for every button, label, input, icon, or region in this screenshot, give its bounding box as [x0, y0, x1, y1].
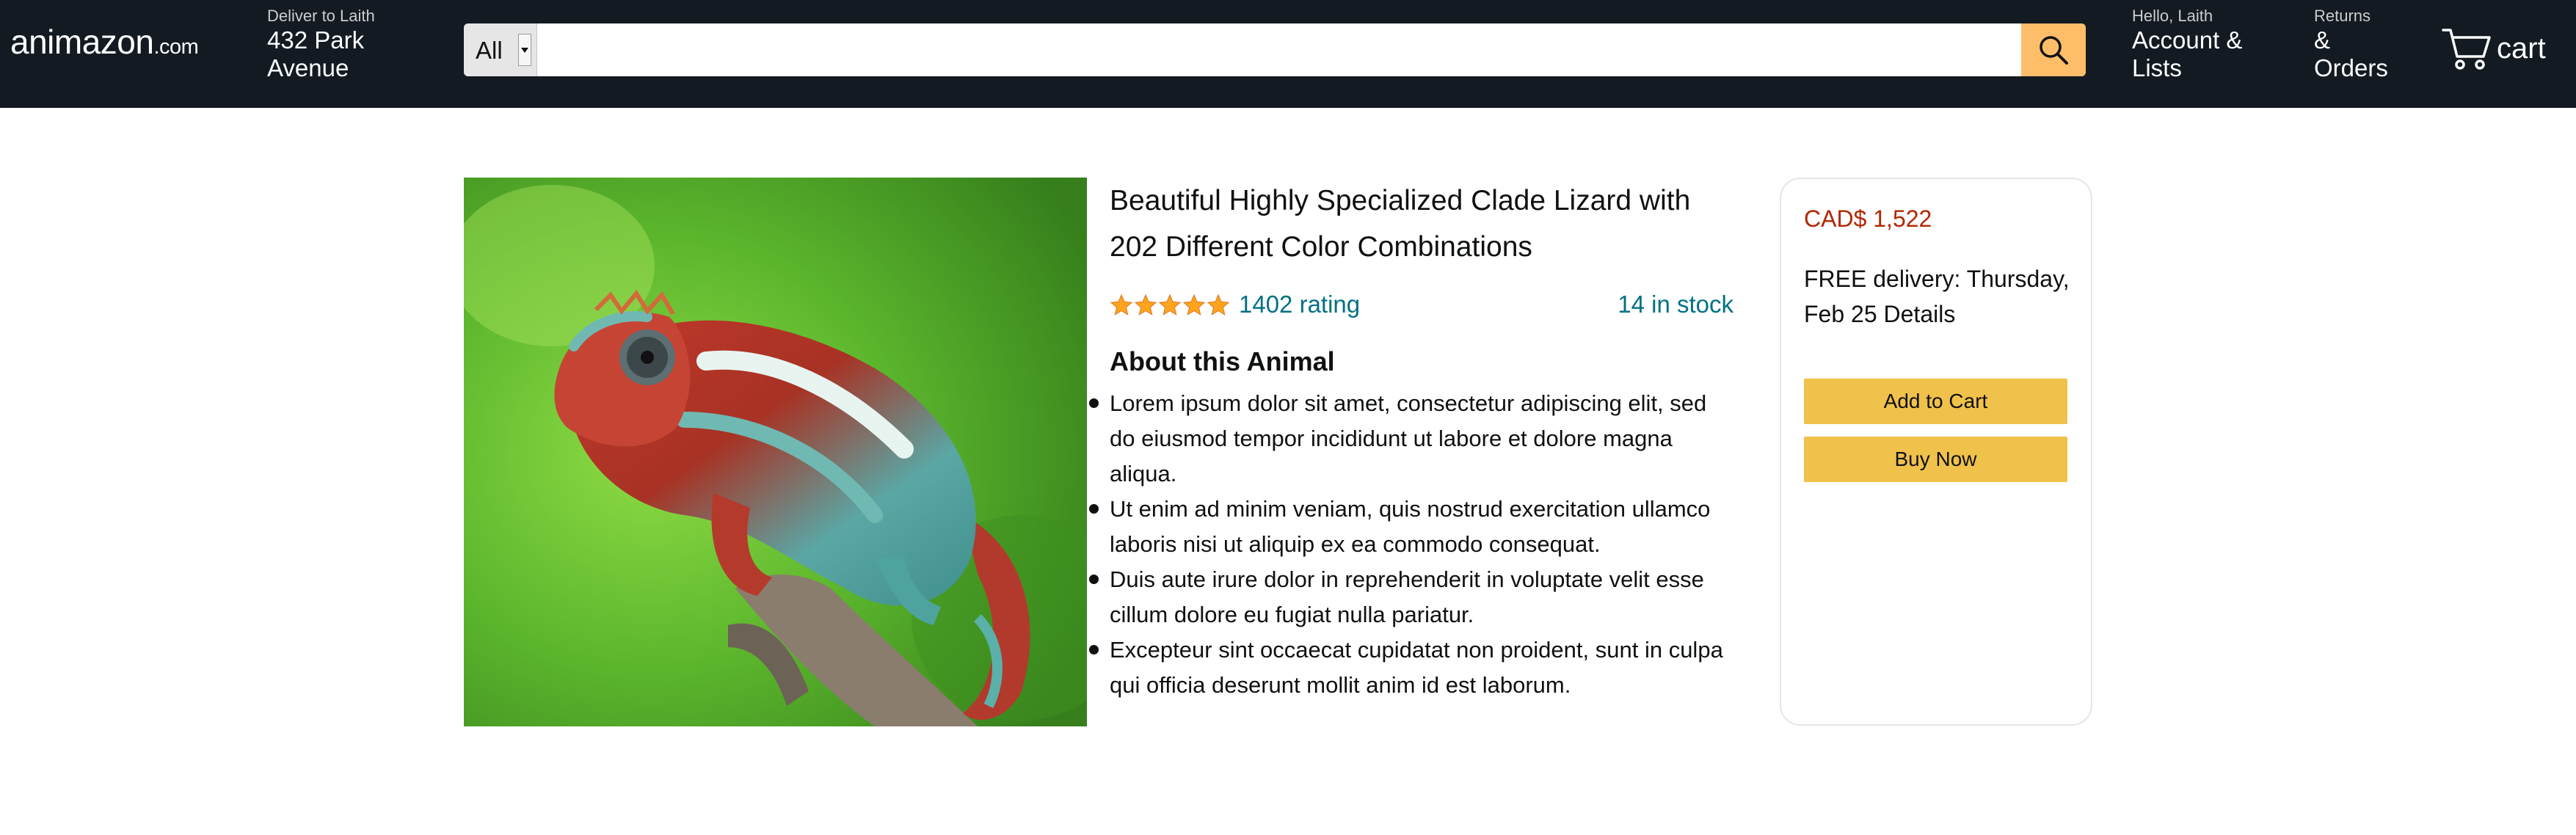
about-bullet-text: Duis aute irure dolor in reprehenderit i… — [1110, 566, 1704, 627]
about-bullet-text: Ut enim ad minim veniam, quis nostrud ex… — [1110, 496, 1711, 557]
cart-label: cart — [2497, 32, 2546, 65]
about-bullet: Ut enim ad minim veniam, quis nostrud ex… — [1089, 492, 1733, 562]
star-icon — [1110, 293, 1133, 316]
rating-count-link[interactable]: 1402 rating — [1239, 291, 1360, 318]
about-bullet-text: Excepteur sint occaecat cupidatat non pr… — [1110, 637, 1723, 698]
cart-icon — [2442, 29, 2491, 70]
deliver-to-location[interactable]: Deliver to Laith 432 Park Avenue — [267, 6, 377, 82]
about-bullet-text: Lorem ipsum dolor sit amet, consectetur … — [1110, 390, 1707, 486]
star-icon — [1134, 293, 1157, 316]
about-heading: About this Animal — [1110, 346, 1335, 376]
star-icon — [1207, 293, 1230, 316]
account-and-lists[interactable]: Hello, Laith Account & Lists — [2132, 6, 2257, 82]
returns-label: Returns — [2314, 7, 2371, 25]
chameleon-illustration — [464, 178, 1087, 726]
search-bar: All — [464, 23, 2086, 76]
deliver-address: 432 Park Avenue — [267, 26, 365, 81]
star-rating[interactable] — [1110, 293, 1231, 317]
account-label: Account & Lists — [2132, 26, 2243, 81]
deliver-label: Deliver to Laith — [267, 7, 375, 25]
rating-row: 1402 rating 14 in stock — [1110, 291, 1733, 324]
price: CAD$ 1,522 — [1804, 205, 1932, 232]
logo-main: animazon — [10, 23, 154, 61]
cart-button[interactable]: cart — [2441, 25, 2546, 72]
site-logo[interactable]: animazon.com — [10, 22, 199, 62]
search-button[interactable] — [2021, 23, 2086, 76]
buy-now-button[interactable]: Buy Now — [1804, 437, 2067, 482]
search-input[interactable] — [539, 23, 2023, 76]
product-details: Beautiful Highly Specialized Clade Lizar… — [1089, 178, 1733, 703]
bullet-dot — [1089, 504, 1099, 514]
bullet-dot — [1089, 398, 1099, 408]
logo-suffix: .com — [153, 35, 199, 59]
about-bullet: Excepteur sint occaecat cupidatat non pr… — [1089, 632, 1733, 703]
search-category-select[interactable]: All — [464, 23, 537, 76]
bullet-dot — [1089, 645, 1099, 654]
stock-count: 14 in stock — [1618, 291, 1733, 318]
returns-and-orders[interactable]: Returns & Orders — [2314, 6, 2395, 82]
about-bullet: Duis aute irure dolor in reprehenderit i… — [1089, 562, 1733, 632]
orders-label: & Orders — [2314, 26, 2388, 81]
star-icon — [1182, 293, 1206, 316]
search-category-label: All — [476, 37, 503, 64]
product-title: Beautiful Highly Specialized Clade Lizar… — [1110, 185, 1691, 263]
about-bullet-list: Lorem ipsum dolor sit amet, consectetur … — [1089, 386, 1733, 703]
top-nav-bar: animazon.com Deliver to Laith 432 Park A… — [0, 0, 2576, 108]
product-image — [464, 178, 1087, 726]
star-icon — [1158, 293, 1182, 316]
about-bullet: Lorem ipsum dolor sit amet, consectetur … — [1089, 386, 1733, 492]
chevron-down-icon — [518, 34, 531, 66]
buy-box: CAD$ 1,522 FREE delivery: Thursday, Feb … — [1780, 178, 2092, 726]
delivery-info: FREE delivery: Thursday, Feb 25 Details — [1804, 266, 2070, 327]
bullet-dot — [1089, 575, 1099, 584]
account-greeting: Hello, Laith — [2132, 7, 2213, 25]
add-to-cart-button[interactable]: Add to Cart — [1804, 379, 2067, 424]
search-icon — [2040, 36, 2068, 65]
